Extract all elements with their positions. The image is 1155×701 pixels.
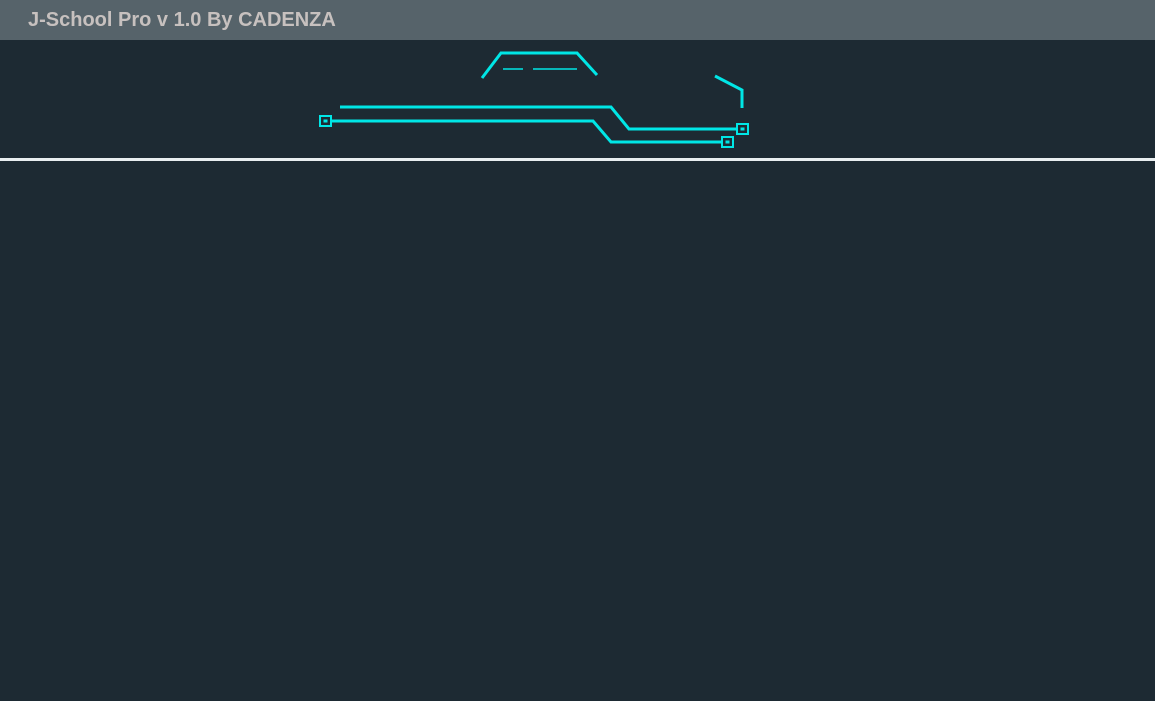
- circuit-trace-lower: [331, 119, 722, 144]
- connector-node-icon: [319, 115, 332, 127]
- circuit-decoration: [319, 51, 749, 148]
- circuit-trace-top: [480, 51, 599, 79]
- title-bar[interactable]: J-School Pro v 1.0 By CADENZA: [0, 0, 1155, 40]
- circuit-trace-right-drop: [714, 74, 744, 108]
- circuit-trace-upper: [340, 105, 737, 131]
- main-content-area: [0, 161, 1155, 701]
- app-window: J-School Pro v 1.0 By CADENZA: [0, 0, 1155, 701]
- connector-node-icon: [736, 123, 749, 135]
- connector-node-icon: [721, 136, 734, 148]
- window-title: J-School Pro v 1.0 By CADENZA: [28, 9, 336, 31]
